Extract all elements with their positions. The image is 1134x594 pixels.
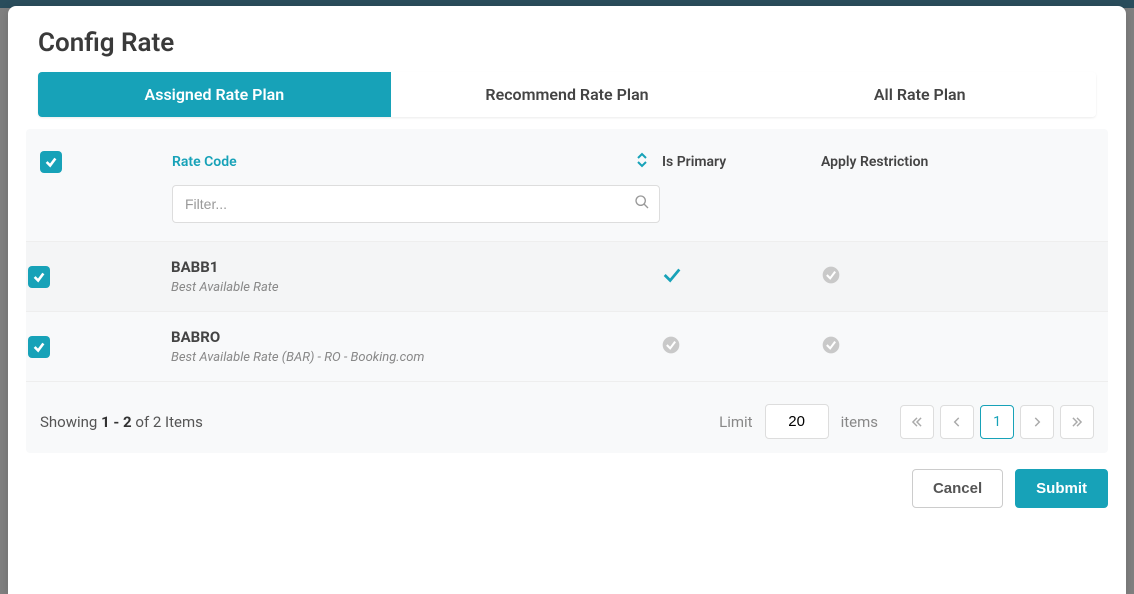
is-primary-indicator[interactable]	[661, 274, 683, 290]
config-rate-modal: Config Rate Assigned Rate Plan Recommend…	[8, 6, 1126, 594]
limit-label: Limit	[719, 413, 752, 431]
filter-input[interactable]	[172, 185, 660, 223]
pager-next-button[interactable]	[1020, 405, 1054, 439]
row-checkbox[interactable]	[28, 266, 50, 288]
pager: 1	[900, 405, 1094, 439]
tabs: Assigned Rate Plan Recommend Rate Plan A…	[38, 72, 1096, 117]
apply-restriction-toggle[interactable]	[821, 335, 841, 355]
apply-restriction-toggle[interactable]	[821, 265, 841, 285]
sort-icon[interactable]	[636, 152, 648, 172]
column-header-apply-restriction: Apply Restriction	[821, 154, 928, 170]
select-all-checkbox[interactable]	[40, 151, 62, 173]
table-row: BABRO Best Available Rate (BAR) - RO - B…	[26, 312, 1108, 382]
tab-all-rate-plan[interactable]: All Rate Plan	[743, 72, 1096, 117]
pager-prev-button[interactable]	[940, 405, 974, 439]
showing-text: Showing 1 - 2 of 2 Items	[40, 413, 203, 431]
table-row: BABB1 Best Available Rate	[26, 242, 1108, 312]
rate-desc: Best Available Rate (BAR) - RO - Booking…	[171, 350, 661, 365]
search-icon	[634, 194, 650, 214]
pager-first-button[interactable]	[900, 405, 934, 439]
submit-button[interactable]: Submit	[1015, 469, 1108, 508]
pager-page-1[interactable]: 1	[980, 405, 1014, 439]
column-header-rate-code[interactable]: Rate Code	[172, 154, 237, 170]
pager-last-button[interactable]	[1060, 405, 1094, 439]
rate-table-panel: Rate Code Is Primary Apply Restriction	[26, 129, 1108, 453]
rate-code: BABRO	[171, 328, 661, 346]
modal-title: Config Rate	[8, 6, 1126, 72]
cancel-button[interactable]: Cancel	[912, 469, 1003, 508]
rate-code: BABB1	[171, 258, 661, 276]
items-label: items	[841, 413, 878, 431]
tab-recommend-rate-plan[interactable]: Recommend Rate Plan	[391, 72, 744, 117]
tab-assigned-rate-plan[interactable]: Assigned Rate Plan	[38, 72, 391, 117]
is-primary-indicator[interactable]	[661, 335, 681, 355]
row-checkbox[interactable]	[28, 336, 50, 358]
limit-input[interactable]	[765, 404, 829, 439]
rate-desc: Best Available Rate	[171, 280, 661, 295]
column-header-is-primary: Is Primary	[662, 154, 726, 170]
